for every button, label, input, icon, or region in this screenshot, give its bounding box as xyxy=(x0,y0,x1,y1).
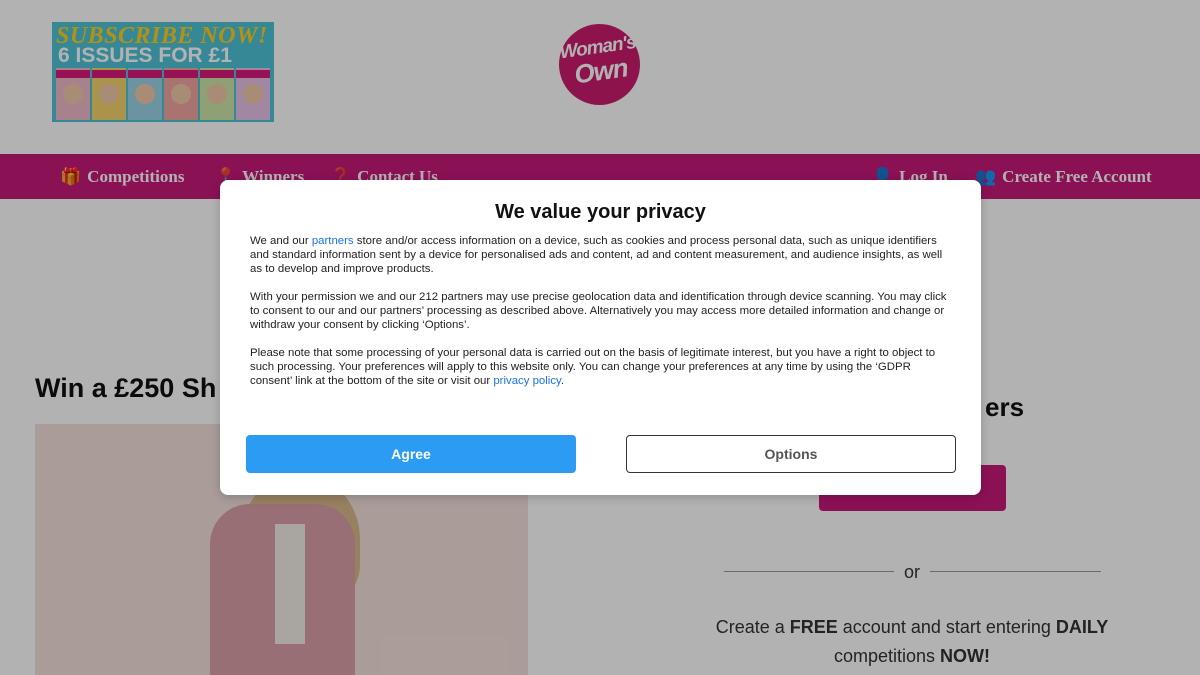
privacy-policy-link[interactable]: privacy policy xyxy=(493,375,561,387)
modal-body: We and our partners store and/or access … xyxy=(250,234,955,402)
privacy-paragraph-3: Please note that some processing of your… xyxy=(250,347,936,387)
options-button[interactable]: Options xyxy=(626,435,956,473)
agree-button[interactable]: Agree xyxy=(246,435,576,473)
privacy-paragraph-1: We and our partners store and/or access … xyxy=(250,235,943,275)
partners-link[interactable]: partners xyxy=(312,235,354,247)
modal-title: We value your privacy xyxy=(495,201,706,223)
privacy-modal: We value your privacy We and our partner… xyxy=(220,180,981,495)
privacy-paragraph-2: With your permission we and our 212 part… xyxy=(250,291,947,331)
